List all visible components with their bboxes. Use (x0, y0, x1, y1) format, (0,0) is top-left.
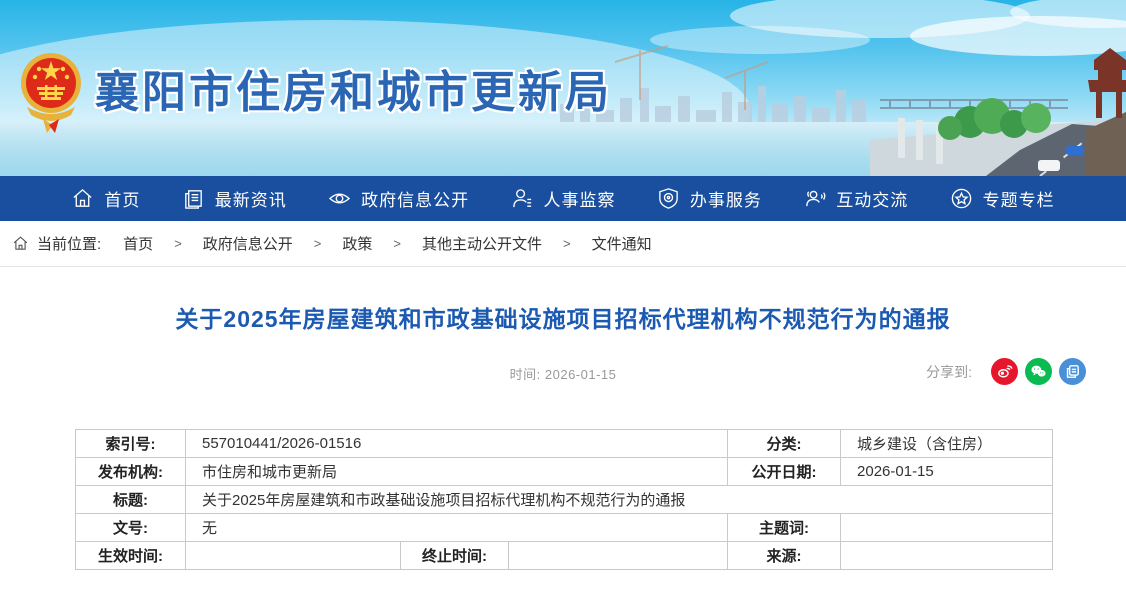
source-label: 来源: (728, 542, 841, 570)
breadcrumb-item-doc-notice[interactable]: 文件通知 (592, 233, 652, 254)
chat-icon (803, 187, 826, 210)
category-value: 城乡建设（含住房） (841, 430, 1053, 458)
breadcrumb-item-gov-info[interactable]: 政府信息公开 (203, 233, 293, 254)
index-number-value: 557010441/2026-01516 (186, 430, 728, 458)
table-row: 发布机构: 市住房和城市更新局 公开日期: 2026-01-15 (76, 458, 1053, 486)
nav-item-gov-info[interactable]: 政府信息公开 (328, 186, 469, 211)
table-row: 标题: 关于2025年房屋建筑和市政基础设施项目招标代理机构不规范行为的通报 (76, 486, 1053, 514)
national-emblem-icon (19, 45, 83, 137)
time-value: 2026-01-15 (545, 367, 617, 382)
share-box: 分享到: (926, 358, 1086, 385)
index-number-label: 索引号: (76, 430, 186, 458)
site-title: 襄阳市住房和城市更新局 (95, 56, 612, 120)
home-icon (12, 235, 29, 252)
nav-item-label: 办事服务 (690, 186, 762, 211)
news-icon (182, 187, 205, 210)
publish-date-label: 公开日期: (728, 458, 841, 486)
expiry-date-value (509, 542, 728, 570)
article-content: 关于2025年房屋建筑和市政基础设施项目招标代理机构不规范行为的通报 时间: 2… (0, 300, 1126, 570)
source-value (841, 542, 1053, 570)
publisher-label: 发布机构: (76, 458, 186, 486)
weibo-share-button[interactable] (991, 358, 1018, 385)
nav-item-topics[interactable]: 专题专栏 (950, 186, 1055, 211)
weibo-icon (996, 363, 1013, 380)
breadcrumb-separator: > (563, 236, 571, 251)
nav-item-label: 互动交流 (836, 186, 908, 211)
page-title: 关于2025年房屋建筑和市政基础设施项目招标代理机构不规范行为的通报 (0, 300, 1126, 334)
share-label: 分享到: (926, 362, 972, 382)
copy-link-icon (1064, 363, 1081, 380)
person-icon (511, 187, 534, 210)
breadcrumb: 当前位置: 首页 > 政府信息公开 > 政策 > 其他主动公开文件 > 文件通知 (0, 221, 1126, 267)
keywords-value (841, 514, 1053, 542)
category-label: 分类: (728, 430, 841, 458)
breadcrumb-item-home[interactable]: 首页 (123, 233, 153, 254)
home-icon (71, 187, 94, 210)
wechat-icon (1030, 363, 1047, 380)
breadcrumb-separator: > (314, 236, 322, 251)
table-row: 生效时间: 终止时间: 来源: (76, 542, 1053, 570)
nav-item-home[interactable]: 首页 (71, 186, 140, 211)
shield-icon (657, 187, 680, 210)
effective-date-label: 生效时间: (76, 542, 186, 570)
eye-icon (328, 187, 351, 210)
nav-item-label: 最新资讯 (215, 186, 287, 211)
wechat-share-button[interactable] (1025, 358, 1052, 385)
doc-title-label: 标题: (76, 486, 186, 514)
publish-date-value: 2026-01-15 (841, 458, 1053, 486)
nav-item-news[interactable]: 最新资讯 (182, 186, 287, 211)
effective-date-value (186, 542, 401, 570)
nav-item-personnel[interactable]: 人事监察 (511, 186, 616, 211)
breadcrumb-item-other-docs[interactable]: 其他主动公开文件 (422, 233, 542, 254)
doc-title-value: 关于2025年房屋建筑和市政基础设施项目招标代理机构不规范行为的通报 (186, 486, 1053, 514)
breadcrumb-separator: > (393, 236, 401, 251)
nav-item-interaction[interactable]: 互动交流 (803, 186, 908, 211)
time-label: 时间: (510, 367, 541, 382)
breadcrumb-item-policy[interactable]: 政策 (342, 233, 372, 254)
table-row: 文号: 无 主题词: (76, 514, 1053, 542)
expiry-date-label: 终止时间: (401, 542, 509, 570)
table-row: 索引号: 557010441/2026-01516 分类: 城乡建设（含住房） (76, 430, 1053, 458)
keywords-label: 主题词: (728, 514, 841, 542)
nav-item-label: 首页 (104, 186, 140, 211)
star-icon (950, 187, 973, 210)
copy-link-share-button[interactable] (1059, 358, 1086, 385)
document-meta-table: 索引号: 557010441/2026-01516 分类: 城乡建设（含住房） … (75, 429, 1053, 570)
breadcrumb-label: 当前位置: (37, 233, 101, 254)
site-banner: 襄阳市住房和城市更新局 (0, 0, 1126, 176)
doc-number-label: 文号: (76, 514, 186, 542)
main-nav: 首页 最新资讯 政府信息公开 人事监察 办事服务 互动交流 专题专栏 (0, 176, 1126, 221)
nav-item-label: 专题专栏 (983, 186, 1055, 211)
article-meta-row: 时间: 2026-01-15 分享到: (0, 358, 1126, 388)
publisher-value: 市住房和城市更新局 (186, 458, 728, 486)
nav-item-services[interactable]: 办事服务 (657, 186, 762, 211)
doc-number-value: 无 (186, 514, 728, 542)
nav-item-label: 人事监察 (544, 186, 616, 211)
breadcrumb-separator: > (174, 236, 182, 251)
nav-item-label: 政府信息公开 (361, 186, 469, 211)
